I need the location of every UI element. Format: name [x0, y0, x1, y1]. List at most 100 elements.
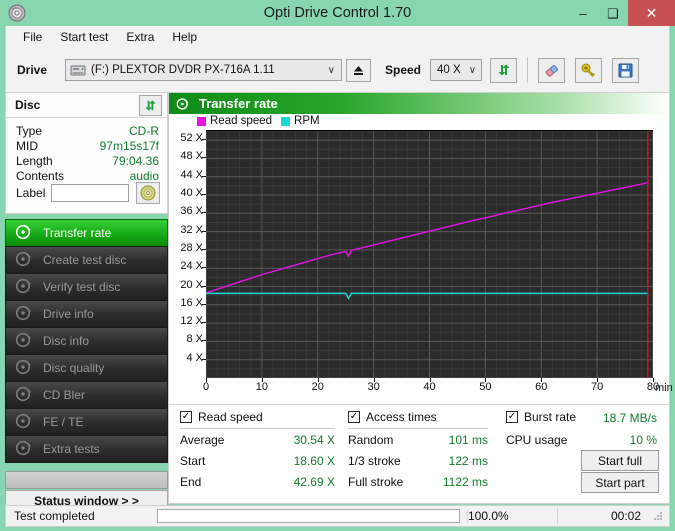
- y-tick-mark: [202, 231, 206, 232]
- resize-grip-icon[interactable]: [651, 509, 665, 523]
- stat-row-random: Random 101 ms: [348, 429, 488, 450]
- sidebar-item-create-test-disc[interactable]: Create test disc: [5, 246, 168, 274]
- x-tick-mark: [262, 378, 263, 382]
- chevron-down-icon[interactable]: ∨: [469, 65, 476, 76]
- disc-test-icon: [15, 278, 35, 296]
- y-tick-mark: [202, 249, 206, 250]
- y-tick-label: 52 X: [163, 133, 203, 144]
- start-full-button[interactable]: Start full: [581, 450, 659, 471]
- chart-plot-area: [206, 130, 653, 377]
- x-tick-label: 40: [416, 382, 444, 393]
- main-panel-header: Transfer rate: [169, 93, 669, 114]
- sidebar-item-extra-tests[interactable]: Extra tests: [5, 435, 168, 463]
- transfer-rate-chart: Read speed RPM 4 X8 X12 X16 X20 X24 X28 …: [169, 114, 669, 404]
- settings-button[interactable]: [575, 58, 602, 83]
- menu-item-help[interactable]: Help: [163, 28, 206, 46]
- disc-row-length: Length 79:04.36: [6, 154, 167, 170]
- eject-button[interactable]: [346, 59, 371, 82]
- chart-series-layer: [206, 131, 653, 378]
- disc-value-contents: audio: [130, 169, 159, 183]
- disc-value-mid: 97m15s17f: [100, 139, 159, 153]
- x-tick-mark: [206, 378, 207, 382]
- sidebar-item-label: FE / TE: [43, 415, 83, 429]
- elapsed-time: 00:02: [558, 509, 651, 523]
- maximize-icon: ❑: [607, 7, 619, 20]
- disc-test-icon: [176, 97, 190, 111]
- disc-panel-title: Disc: [15, 98, 40, 112]
- cd-icon: [140, 185, 156, 201]
- chevron-down-icon[interactable]: ∨: [328, 65, 335, 76]
- y-tick-label: 28 X: [163, 243, 203, 254]
- menu-item-file[interactable]: File: [14, 28, 51, 46]
- burst-rate-checkbox-row[interactable]: ✓ Burst rate 18.7 MB/s: [506, 410, 661, 424]
- speed-value: 40 X: [437, 64, 461, 76]
- main-panel: Transfer rate Read speed RPM 4 X8 X12 X1…: [168, 92, 670, 504]
- label-disc-button[interactable]: [136, 182, 160, 204]
- speed-select[interactable]: 40 X ∨: [430, 59, 482, 81]
- label-input[interactable]: [51, 184, 129, 202]
- minimize-icon: –: [579, 7, 586, 20]
- read-speed-checkbox-row[interactable]: ✓ Read speed: [180, 410, 335, 424]
- disc-value-length: 79:04.36: [112, 154, 159, 168]
- disc-test-icon: [15, 305, 35, 323]
- sidebar-item-fe-te[interactable]: FE / TE: [5, 408, 168, 436]
- chart-series-rpm: [206, 293, 648, 298]
- x-tick-label: 50: [471, 382, 499, 393]
- stat-value-start: 18.60 X: [294, 454, 335, 468]
- y-tick-label: 48 X: [163, 151, 203, 162]
- access-times-checkbox[interactable]: ✓: [348, 411, 360, 423]
- drive-select[interactable]: (F:) PLEXTOR DVDR PX-716A 1.11 ∨: [65, 59, 342, 81]
- x-tick-label: 10: [248, 382, 276, 393]
- disc-test-icon: [15, 224, 35, 242]
- minimize-button[interactable]: –: [568, 0, 598, 26]
- maximize-button[interactable]: ❑: [598, 0, 628, 26]
- y-tick-label: 12 X: [163, 316, 203, 327]
- y-tick-mark: [202, 176, 206, 177]
- disc-row-type: Type CD-R: [6, 124, 167, 140]
- disc-key-type: Type: [16, 124, 42, 138]
- y-tick-mark: [202, 322, 206, 323]
- drive-label: Drive: [17, 63, 65, 77]
- x-tick-label: 0: [192, 382, 220, 393]
- menu-item-start-test[interactable]: Start test: [51, 28, 117, 46]
- refresh-icon: [143, 98, 158, 113]
- disc-test-icon: [15, 413, 35, 431]
- sidebar-item-label: Drive info: [43, 307, 94, 321]
- sidebar-item-disc-info[interactable]: Disc info: [5, 327, 168, 355]
- access-times-checkbox-row[interactable]: ✓ Access times: [348, 410, 488, 424]
- sidebar-item-label: Create test disc: [43, 253, 126, 267]
- disc-key-label: Label: [16, 186, 45, 200]
- close-button[interactable]: ✕: [628, 0, 675, 26]
- disc-refresh-button[interactable]: [139, 95, 162, 116]
- erase-button[interactable]: [538, 58, 565, 83]
- x-tick-mark: [318, 378, 319, 382]
- y-tick-mark: [202, 304, 206, 305]
- sidebar-item-label: Extra tests: [43, 442, 100, 456]
- y-tick-mark: [202, 267, 206, 268]
- drive-icon: [70, 62, 86, 78]
- start-part-button[interactable]: Start part: [581, 472, 659, 493]
- sidebar-item-cd-bler[interactable]: CD Bler: [5, 381, 168, 409]
- sidebar-item-transfer-rate[interactable]: Transfer rate: [5, 219, 168, 247]
- chart-series-read-speed: [206, 183, 648, 293]
- legend-swatch-rpm: [281, 117, 290, 126]
- disc-row-mid: MID 97m15s17f: [6, 139, 167, 155]
- menu-item-extra[interactable]: Extra: [117, 28, 163, 46]
- stat-row-full-stroke: Full stroke 1122 ms: [348, 471, 488, 492]
- sidebar-item-drive-info[interactable]: Drive info: [5, 300, 168, 328]
- refresh-button[interactable]: [490, 58, 517, 83]
- menu-bar: File Start test Extra Help: [5, 26, 670, 48]
- sidebar-item-verify-test-disc[interactable]: Verify test disc: [5, 273, 168, 301]
- sidebar-item-disc-quality[interactable]: Disc quality: [5, 354, 168, 382]
- stat-row-third-stroke: 1/3 stroke 122 ms: [348, 450, 488, 471]
- burst-rate-checkbox[interactable]: ✓: [506, 411, 518, 423]
- stat-value-end: 42.69 X: [294, 475, 335, 489]
- chart-x-axis-unit: min: [655, 382, 673, 394]
- progress-bar: [157, 509, 460, 523]
- burst-rate-label: Burst rate: [524, 410, 576, 424]
- read-speed-checkbox[interactable]: ✓: [180, 411, 192, 423]
- stats-col-burst: ✓ Burst rate 18.7 MB/s CPU usage 10 % St…: [506, 410, 661, 492]
- disc-test-icon: [15, 332, 35, 350]
- save-button[interactable]: [612, 58, 639, 83]
- stat-row-start: Start 18.60 X: [180, 450, 335, 471]
